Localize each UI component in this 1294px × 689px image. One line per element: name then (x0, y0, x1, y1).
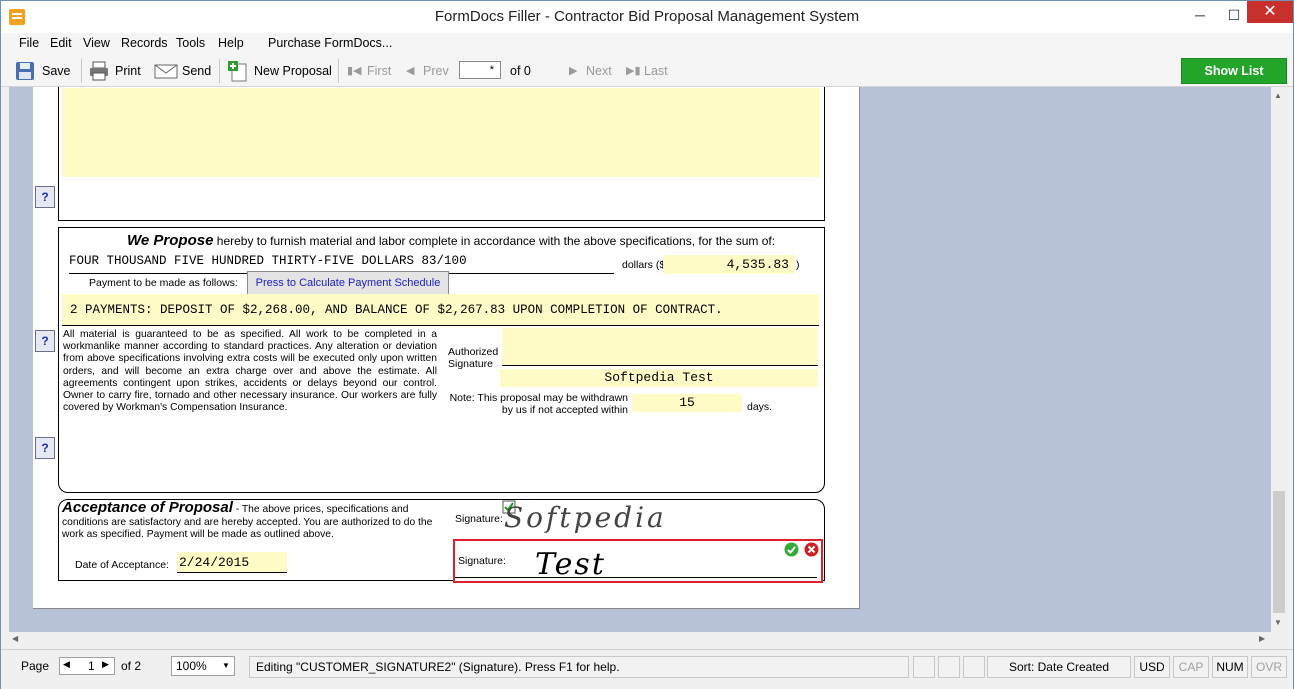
menu-help[interactable]: Help (218, 36, 244, 50)
scroll-left-icon[interactable]: ◀ (12, 634, 18, 643)
app-window: FormDocs Filler - Contractor Bid Proposa… (0, 0, 1294, 689)
print-button[interactable]: Print (115, 60, 141, 82)
next-icon: ▶ (569, 65, 578, 77)
page-number: 1 (88, 659, 95, 673)
help-button-2[interactable]: ? (35, 330, 55, 352)
page-next-icon[interactable]: ▶ (102, 659, 109, 670)
acceptance-text-block: Acceptance of Proposal - The above price… (62, 499, 434, 542)
prev-button[interactable]: Prev (423, 60, 449, 82)
sort-indicator[interactable]: Sort: Date Created (987, 656, 1131, 678)
window-title: FormDocs Filler - Contractor Bid Proposa… (434, 8, 860, 25)
menu-edit[interactable]: Edit (50, 36, 72, 50)
status-panel-2 (938, 656, 960, 678)
status-panel-1 (913, 656, 935, 678)
accept-signature-icon[interactable] (784, 542, 799, 557)
page-label: Page (21, 659, 50, 673)
proposal-section: We Propose hereby to furnish material an… (58, 227, 825, 493)
page-spinner[interactable]: ◀ 1 ▶ (59, 657, 115, 675)
zoom-dropdown-icon[interactable]: ▼ (222, 657, 230, 675)
help-button-1[interactable]: ? (35, 186, 55, 208)
toolbar: Save Print Send New Proposal ▮◀ First ◀ … (1, 55, 1293, 87)
page-prev-icon[interactable]: ◀ (63, 659, 70, 670)
propose-text: hereby to furnish material and labor com… (216, 234, 776, 248)
show-list-button[interactable]: Show List (1181, 58, 1287, 84)
prev-icon: ◀ (406, 65, 415, 77)
days-label: days. (747, 401, 773, 413)
send-button[interactable]: Send (182, 60, 211, 82)
status-bar: Page ◀ 1 ▶ of 2 100% ▼ Editing "CUSTOMER… (1, 649, 1293, 689)
scroll-right-icon[interactable]: ▶ (1259, 634, 1265, 643)
close-paren: ) (796, 259, 800, 271)
signature-label-2: Signature: (458, 555, 506, 567)
authorized-signature-label: Authorized Signature (448, 346, 499, 370)
amount-field[interactable]: 4,535.83 (663, 255, 795, 274)
menu-bar: File Edit View Records Tools Help Purcha… (1, 33, 1293, 55)
menu-tools[interactable]: Tools (176, 36, 205, 50)
menu-purchase[interactable]: Purchase FormDocs... (268, 36, 392, 50)
specifications-field[interactable] (62, 88, 820, 177)
menu-records[interactable]: Records (121, 36, 168, 50)
dollars-label: dollars ($ (622, 259, 666, 271)
active-signature-field[interactable]: Signature: Test (453, 539, 823, 583)
authorized-name-field[interactable]: Softpedia Test (500, 369, 818, 387)
specifications-section (58, 87, 825, 221)
next-button[interactable]: Next (586, 60, 612, 82)
propose-heading: We Propose (127, 232, 214, 249)
new-proposal-button[interactable]: New Proposal (254, 60, 332, 82)
first-button[interactable]: First (367, 60, 391, 82)
material-guarantee-text: All material is guaranteed to be as spec… (63, 329, 437, 414)
signature-label-1: Signature: (455, 513, 503, 525)
scroll-down-icon[interactable]: ▼ (1274, 618, 1282, 627)
status-message: Editing "CUSTOMER_SIGNATURE2" (Signature… (249, 656, 909, 678)
payment-terms-field[interactable]: 2 PAYMENTS: DEPOSIT OF $2,268.00, AND BA… (62, 294, 819, 326)
last-icon: ▶▮ (626, 65, 641, 77)
horizontal-scrollbar[interactable]: ◀ ▶ (9, 632, 1271, 648)
authorized-signature-field[interactable] (502, 328, 818, 366)
menu-view[interactable]: View (83, 36, 110, 50)
menu-file[interactable]: File (19, 36, 39, 50)
zoom-value: 100% (176, 659, 207, 673)
last-button[interactable]: Last (644, 60, 668, 82)
record-count: of 0 (510, 64, 531, 78)
currency-indicator: USD (1134, 656, 1170, 678)
calculate-schedule-button[interactable]: Press to Calculate Payment Schedule (247, 271, 449, 295)
first-icon: ▮◀ (347, 65, 362, 77)
cancel-signature-icon[interactable] (804, 542, 819, 557)
close-button[interactable]: ✕ (1247, 1, 1293, 23)
page-count: of 2 (121, 659, 142, 673)
date-of-acceptance-field[interactable]: 2/24/2015 (177, 552, 287, 573)
save-icon (16, 62, 34, 80)
send-icon (154, 64, 178, 79)
vertical-scrollbar[interactable]: ▲ ▼ (1271, 87, 1287, 632)
caps-lock-indicator: CAP (1173, 656, 1209, 678)
document-view: ? We Propose hereby to furnish material … (9, 87, 1271, 632)
record-number-input[interactable]: * (459, 61, 501, 79)
date-label: Date of Acceptance: (75, 559, 169, 571)
status-panel-3 (963, 656, 985, 678)
acceptance-heading: Acceptance of Proposal (62, 499, 233, 516)
customer-signature-1[interactable]: Softpedia (504, 501, 667, 534)
withdrawal-note: Note: This proposal may be withdrawn by … (449, 392, 628, 416)
save-button[interactable]: Save (42, 60, 71, 82)
print-icon (90, 61, 108, 81)
vertical-scroll-thumb[interactable] (1273, 491, 1285, 613)
payment-label: Payment to be made as follows: (89, 277, 238, 289)
overwrite-indicator: OVR (1251, 656, 1287, 678)
new-proposal-icon (228, 61, 247, 82)
scroll-up-icon[interactable]: ▲ (1274, 91, 1282, 100)
zoom-select[interactable]: 100% ▼ (171, 656, 235, 676)
title-bar: FormDocs Filler - Contractor Bid Proposa… (1, 1, 1293, 33)
days-field[interactable]: 15 (632, 394, 742, 412)
form-page: ? We Propose hereby to furnish material … (33, 87, 860, 609)
help-button-3[interactable]: ? (35, 437, 55, 459)
num-lock-indicator: NUM (1212, 656, 1248, 678)
